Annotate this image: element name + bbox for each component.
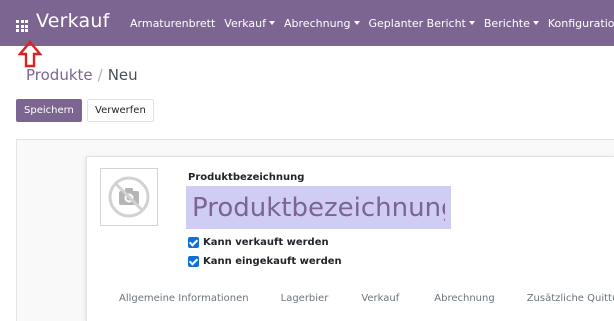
menu-item-geplanter-bericht[interactable]: Geplanter Bericht <box>369 17 475 30</box>
caret-down-icon <box>532 21 539 25</box>
annotation-arrow-icon <box>18 40 42 68</box>
menu-item-label: Berichte <box>483 17 530 30</box>
menu-item-label: Verkauf <box>224 17 267 30</box>
caret-down-icon <box>468 21 475 25</box>
checkbox-can-be-purchased[interactable]: Kann eingekauft werden <box>188 256 342 267</box>
breadcrumb-link-produkte[interactable]: Produkte <box>26 66 93 84</box>
menu-item-berichte[interactable]: Berichte <box>484 17 539 30</box>
tab-verkauf[interactable]: Verkauf <box>361 293 399 304</box>
menu-item-konfiguration[interactable]: Konfiguration <box>548 17 614 30</box>
menu-item-label: Konfiguration <box>547 17 614 30</box>
camera-slash-icon <box>108 176 150 218</box>
checkbox-can-be-sold[interactable]: Kann verkauft werden <box>188 237 329 248</box>
apps-grid-icon[interactable] <box>16 20 28 32</box>
tab-abrechnung[interactable]: Abrechnung <box>434 293 494 304</box>
tab-general-information[interactable]: Allgemeine Informationen <box>119 293 249 304</box>
save-button[interactable]: Speichern <box>16 99 82 122</box>
main-menu: Armaturenbrett Verkauf Abrechnung Geplan… <box>130 17 614 30</box>
menu-item-label: Armaturenbrett <box>130 17 216 30</box>
menu-item-label: Abrechnung <box>284 17 351 30</box>
menu-item-label: Geplanter Bericht <box>368 17 466 30</box>
caret-down-icon <box>269 21 276 25</box>
product-name-input[interactable] <box>186 186 451 229</box>
menu-item-verkauf[interactable]: Verkauf <box>224 17 276 30</box>
checkbox-checked-icon[interactable] <box>188 237 199 248</box>
breadcrumb: Produkte / Neu <box>26 66 138 84</box>
caret-down-icon <box>353 21 360 25</box>
tab-lagerbier[interactable]: Lagerbier <box>281 293 329 304</box>
breadcrumb-separator: / <box>97 66 103 84</box>
checkbox-label: Kann verkauft werden <box>203 237 329 248</box>
menu-item-armaturenbrett[interactable]: Armaturenbrett <box>130 17 215 30</box>
form-tabs: Allgemeine Informationen Lagerbier Verka… <box>119 293 614 304</box>
discard-button[interactable]: Verwerfen <box>87 99 154 122</box>
tab-additional-receipt[interactable]: Zusätzliche Quittung <box>527 293 614 304</box>
product-image-field[interactable] <box>100 168 158 226</box>
breadcrumb-current: Neu <box>107 66 138 84</box>
product-name-label: Produktbezeichnung <box>188 172 305 183</box>
checkbox-label: Kann eingekauft werden <box>203 256 342 267</box>
top-navbar: Verkauf Armaturenbrett Verkauf Abrechnun… <box>0 0 614 46</box>
checkbox-checked-icon[interactable] <box>188 256 199 267</box>
app-brand[interactable]: Verkauf <box>36 10 109 32</box>
menu-item-abrechnung[interactable]: Abrechnung <box>284 17 360 30</box>
